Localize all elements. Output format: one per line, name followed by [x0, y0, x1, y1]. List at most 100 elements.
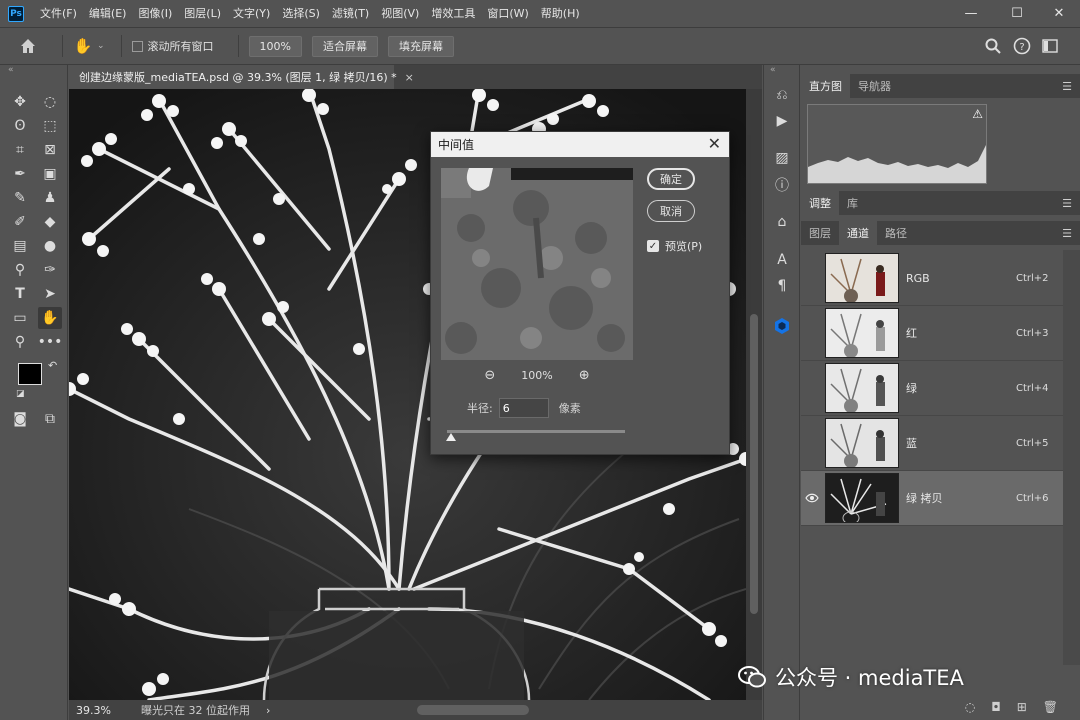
more-tools-icon[interactable]: ••• [38, 331, 63, 353]
help-icon[interactable]: ? [1013, 37, 1031, 55]
frame-tool-icon[interactable]: ⊠ [38, 139, 62, 161]
menu-edit[interactable]: 编辑(E) [83, 0, 133, 27]
panel-menu-icon[interactable]: ☰ [1062, 80, 1072, 93]
ok-button[interactable]: 确定 [647, 168, 695, 190]
tab-layers[interactable]: 图层 [801, 221, 839, 245]
blur-tool-icon[interactable]: ● [38, 235, 62, 257]
patch-tool-icon[interactable]: ▣ [38, 163, 62, 185]
status-menu-arrow-icon[interactable]: › [266, 704, 270, 717]
new-channel-icon[interactable]: ⊞ [1017, 700, 1027, 714]
pen-tool-icon[interactable]: ✑ [38, 259, 62, 281]
paragraph-icon[interactable]: ¶ [770, 275, 794, 297]
load-selection-icon[interactable]: ◌ [965, 700, 975, 714]
filter-preview[interactable] [441, 168, 633, 360]
menu-help[interactable]: 帮助(H) [535, 0, 586, 27]
zoom-in-icon[interactable]: ⊕ [579, 368, 590, 383]
fill-screen-button[interactable]: 填充屏幕 [388, 35, 454, 57]
panel-menu-icon[interactable]: ☰ [1062, 197, 1072, 210]
type-tool-icon[interactable]: T [8, 283, 32, 305]
lasso-tool-icon[interactable]: ʘ [8, 115, 32, 137]
eye-icon[interactable] [801, 493, 823, 503]
delete-channel-icon[interactable]: 🗑 [1043, 700, 1058, 714]
tab-paths[interactable]: 路径 [877, 221, 915, 245]
foreground-color-swatch[interactable] [18, 363, 42, 385]
menu-type[interactable]: 文字(Y) [227, 0, 276, 27]
zoom-100-button[interactable]: 100% [248, 35, 302, 57]
chevron-down-icon[interactable]: ⌄ [97, 41, 105, 51]
gradient-tool-icon[interactable]: ▤ [8, 235, 32, 257]
history-icon[interactable]: ⎌ [770, 84, 794, 106]
vertical-scrollbar[interactable] [746, 89, 762, 700]
workspace-icon[interactable] [1041, 37, 1059, 55]
zoom-out-icon[interactable]: ⊖ [484, 368, 495, 383]
radius-slider-track[interactable] [447, 430, 625, 433]
menu-plugins[interactable]: 增效工具 [425, 0, 481, 27]
cancel-button[interactable]: 取消 [647, 200, 695, 222]
tab-navigator[interactable]: 导航器 [850, 74, 899, 98]
clone-source-icon[interactable]: ⌂ [770, 211, 794, 233]
menu-filter[interactable]: 滤镜(T) [326, 0, 375, 27]
warning-icon[interactable]: ⚠ [972, 107, 983, 121]
channel-row-green-copy[interactable]: 绿 拷贝 Ctrl+6 [801, 471, 1063, 526]
menu-view[interactable]: 视图(V) [375, 0, 425, 27]
path-select-icon[interactable]: ➤ [38, 283, 62, 305]
image-panel-icon[interactable]: ▨ [770, 147, 794, 169]
close-icon[interactable]: ✕ [708, 134, 721, 153]
channel-row-rgb[interactable]: RGB Ctrl+2 [801, 251, 1063, 306]
menu-layer[interactable]: 图层(L) [178, 0, 227, 27]
home-icon[interactable] [18, 36, 38, 56]
channel-row-green[interactable]: 绿 Ctrl+4 [801, 361, 1063, 416]
eraser-tool-icon[interactable]: ◆ [38, 211, 62, 233]
hand-tool-icon[interactable]: ✋ [73, 36, 93, 56]
channel-row-red[interactable]: 红 Ctrl+3 [801, 306, 1063, 361]
scroll-thumb[interactable] [750, 314, 758, 614]
dodge-tool-icon[interactable]: ⚲ [8, 259, 32, 281]
tab-libraries[interactable]: 库 [839, 191, 866, 215]
default-colors-icon[interactable]: ◪ [16, 389, 25, 399]
collapse-arrows-icon[interactable]: « [8, 65, 14, 75]
history-brush-icon[interactable]: ✐ [8, 211, 32, 233]
zoom-readout[interactable]: 39.3% [69, 704, 115, 717]
save-selection-icon[interactable]: ◘ [991, 700, 1001, 714]
move-tool-icon[interactable]: ✥ [8, 91, 32, 113]
collapse-arrows-icon[interactable]: « [770, 65, 776, 75]
menu-file[interactable]: 文件(F) [34, 0, 83, 27]
fit-screen-button[interactable]: 适合屏幕 [312, 35, 378, 57]
minimize-button[interactable]: — [948, 0, 994, 27]
search-icon[interactable] [984, 37, 1002, 55]
tab-histogram[interactable]: 直方图 [801, 74, 850, 98]
quick-mask-icon[interactable]: ◙ [8, 408, 32, 430]
channels-scrollbar[interactable] [1063, 250, 1080, 665]
menu-select[interactable]: 选择(S) [276, 0, 326, 27]
close-window-button[interactable]: ✕ [1036, 0, 1080, 27]
channel-row-blue[interactable]: 蓝 Ctrl+5 [801, 416, 1063, 471]
stamp-tool-icon[interactable]: ♟ [38, 187, 62, 209]
eyedropper-icon[interactable]: ✒ [8, 163, 32, 185]
document-tab[interactable]: 创建边缘蒙版_mediaTEA.psd @ 39.3% (图层 1, 绿 拷贝/… [69, 65, 414, 89]
tab-adjustments[interactable]: 调整 [801, 191, 839, 215]
restore-button[interactable]: ☐ [994, 0, 1040, 27]
actions-play-icon[interactable]: ▶ [770, 110, 794, 132]
3d-cube-icon[interactable] [770, 315, 794, 337]
screen-mode-icon[interactable]: ⧉ [38, 408, 62, 430]
crop-tool-icon[interactable]: ⌗ [8, 139, 32, 161]
hand-tool-active-icon[interactable]: ✋ [38, 307, 62, 329]
radius-slider-handle[interactable] [445, 433, 456, 441]
horizontal-scroll-thumb[interactable] [417, 705, 529, 715]
rectangle-tool-icon[interactable]: ▭ [8, 307, 32, 329]
character-icon[interactable]: A [770, 249, 794, 271]
panel-menu-icon[interactable]: ☰ [1062, 227, 1072, 240]
brush-tool-icon[interactable]: ✎ [8, 187, 32, 209]
close-icon[interactable]: × [405, 71, 414, 84]
radius-input[interactable] [498, 398, 549, 418]
object-select-icon[interactable]: ⬚ [38, 115, 62, 137]
tab-channels[interactable]: 通道 [839, 221, 877, 245]
swap-colors-icon[interactable]: ↶ [48, 359, 57, 372]
info-icon[interactable]: ⓘ [770, 174, 794, 196]
marquee-tool-icon[interactable]: ◌ [38, 91, 62, 113]
preview-checkbox[interactable]: ✓ [647, 240, 659, 252]
zoom-tool-icon[interactable]: ⚲ [8, 331, 32, 353]
scroll-all-checkbox[interactable] [131, 40, 143, 52]
preview-option[interactable]: ✓ 预览(P) [647, 238, 702, 254]
menu-image[interactable]: 图像(I) [132, 0, 178, 27]
